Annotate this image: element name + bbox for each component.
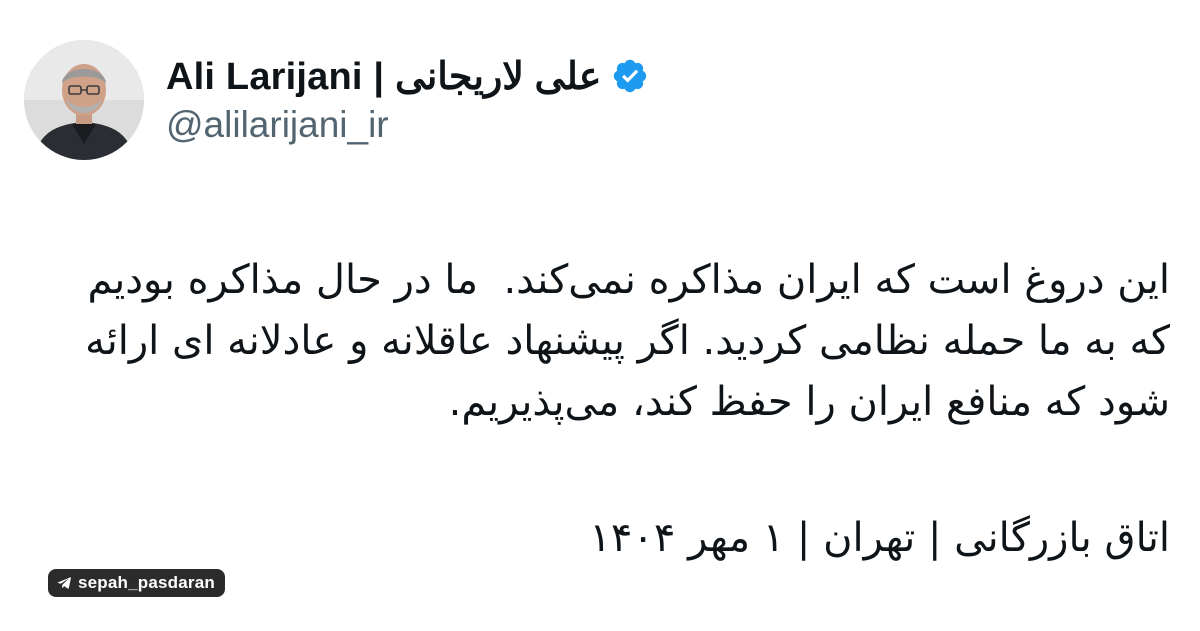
- verified-badge-icon: [611, 57, 649, 95]
- avatar-photo: [24, 40, 144, 160]
- display-name-row: Ali Larijani | علی لاریجانی: [166, 52, 649, 100]
- watermark-label: sepah_pasdaran: [78, 573, 215, 592]
- tweet-header: Ali Larijani | علی لاریجانی @alilarijani…: [24, 40, 649, 160]
- avatar[interactable]: [24, 40, 144, 160]
- watermark-badge: sepah_pasdaran: [48, 569, 225, 597]
- author-handle[interactable]: @alilarijani_ir: [166, 104, 649, 146]
- tweet-signature: اتاق بازرگانی | تهران | ۱ مهر ۱۴۰۴: [589, 515, 1170, 561]
- telegram-icon: [56, 575, 72, 591]
- tweet-body: این دروغ است که ایران مذاکره نمی‌کند. ما…: [72, 257, 1170, 425]
- display-name[interactable]: Ali Larijani | علی لاریجانی: [166, 54, 601, 99]
- author-names: Ali Larijani | علی لاریجانی @alilarijani…: [166, 52, 649, 146]
